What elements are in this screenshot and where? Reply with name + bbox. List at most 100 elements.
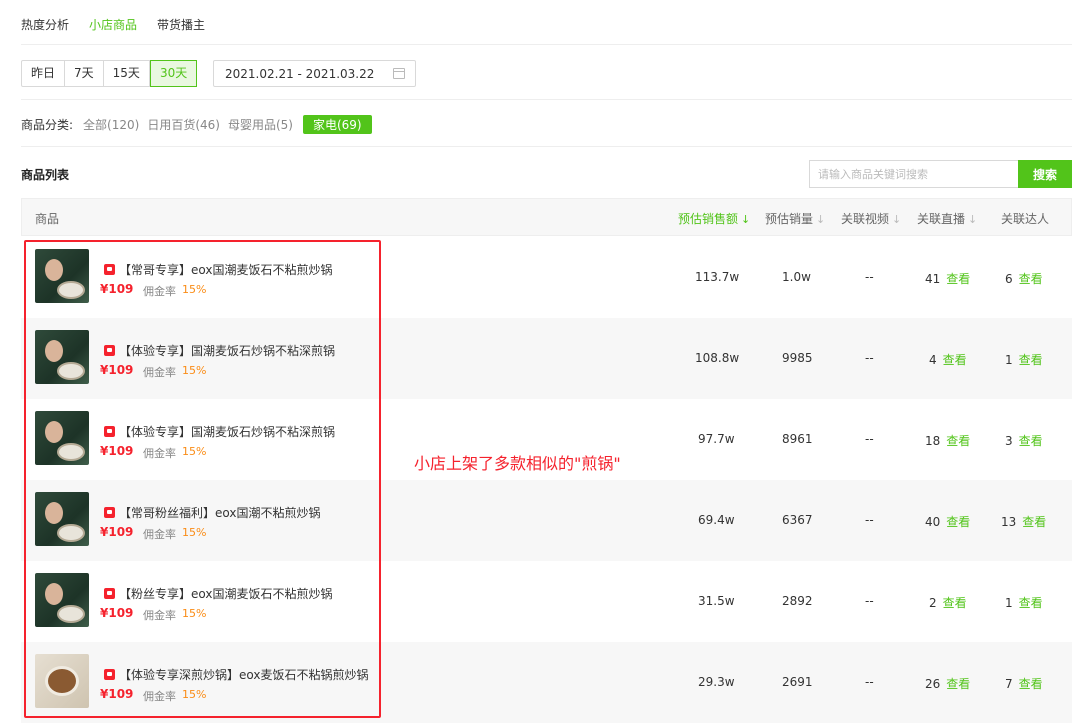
product-price: ¥109 — [100, 525, 134, 539]
commission-rate: 15% — [182, 526, 207, 539]
date-range-picker[interactable]: 2021.02.21 - 2021.03.22 — [213, 60, 416, 87]
product-thumbnail[interactable] — [35, 654, 89, 708]
view-lives-link[interactable]: 查看 — [946, 434, 970, 448]
influencers-cell: 7 查看 — [1005, 677, 1043, 691]
col-sales-volume[interactable]: 预估销量 ↓ — [765, 210, 825, 227]
tab-heat-analysis[interactable]: 热度分析 — [21, 16, 69, 36]
shop-icon — [104, 264, 115, 275]
search-button[interactable]: 搜索 — [1018, 160, 1072, 188]
divider — [21, 44, 1072, 45]
category-filter: 商品分类: 全部(120) 日用百货(46) 母婴用品(5) 家电(69) — [21, 114, 372, 134]
search-input[interactable] — [809, 160, 1018, 188]
table-row: 【常哥粉丝福利】eox国潮不粘煎炒锅 ¥109 佣金率 15% 69.4w 63… — [21, 480, 1072, 561]
influencers-cell: 1 查看 — [1005, 596, 1043, 610]
product-thumbnail[interactable] — [35, 330, 89, 384]
col-sales-amount[interactable]: 预估销售额 ↓ — [678, 210, 750, 227]
sort-arrow-icon: ↓ — [892, 213, 902, 226]
sales-volume: 1.0w — [782, 270, 811, 284]
sales-amount: 108.8w — [695, 351, 740, 365]
col-influencers[interactable]: 关联达人 — [1001, 210, 1049, 227]
videos-count: -- — [865, 351, 874, 365]
commission-rate: 15% — [182, 607, 207, 620]
table-row: 【体验专享深煎炒锅】eox麦饭石不粘锅煎炒锅 ¥109 佣金率 15% 29.3… — [21, 642, 1072, 723]
table-row: 【体验专享】国潮麦饭石炒锅不粘深煎锅 ¥109 佣金率 15% 108.8w 9… — [21, 318, 1072, 399]
table-row: 【粉丝专享】eox国潮麦饭石不粘煎炒锅 ¥109 佣金率 15% 31.5w 2… — [21, 561, 1072, 642]
commission-rate: 15% — [182, 688, 207, 701]
lives-cell: 41 查看 — [925, 272, 971, 286]
product-name[interactable]: 【粉丝专享】eox国潮麦饭石不粘煎炒锅 — [119, 585, 332, 602]
date-30d-button[interactable]: 30天 — [149, 60, 198, 87]
view-lives-link[interactable]: 查看 — [946, 272, 970, 286]
sales-volume: 2691 — [782, 675, 813, 689]
view-lives-link[interactable]: 查看 — [946, 515, 970, 529]
col-product: 商品 — [35, 212, 60, 226]
influencers-cell: 13 查看 — [1001, 515, 1047, 529]
commission-label: 佣金率 — [143, 447, 176, 460]
sales-amount: 29.3w — [698, 675, 735, 689]
view-influencers-link[interactable]: 查看 — [1019, 596, 1043, 610]
commission-label: 佣金率 — [143, 690, 176, 703]
sales-volume: 9985 — [782, 351, 813, 365]
annotation-text: 小店上架了多款相似的"煎锅" — [414, 454, 621, 473]
sort-arrow-icon: ↓ — [816, 213, 826, 226]
sales-volume: 2892 — [782, 594, 813, 608]
shop-icon — [104, 345, 115, 356]
product-price: ¥109 — [100, 363, 134, 377]
category-appliances[interactable]: 家电(69) — [302, 114, 372, 134]
sales-amount: 69.4w — [698, 513, 735, 527]
tab-streamers[interactable]: 带货播主 — [157, 16, 205, 36]
commission-label: 佣金率 — [143, 366, 176, 379]
shop-icon — [104, 426, 115, 437]
product-thumbnail[interactable] — [35, 573, 89, 627]
sort-arrow-icon: ↓ — [741, 213, 751, 226]
view-influencers-link[interactable]: 查看 — [1019, 434, 1043, 448]
date-7d-button[interactable]: 7天 — [65, 61, 104, 86]
category-daily-goods[interactable]: 日用百货(46) — [147, 116, 220, 133]
product-name[interactable]: 【体验专享】国潮麦饭石炒锅不粘深煎锅 — [119, 423, 335, 440]
col-videos[interactable]: 关联视频 ↓ — [841, 210, 901, 227]
view-lives-link[interactable]: 查看 — [946, 677, 970, 691]
shop-icon — [104, 507, 115, 518]
shop-icon — [104, 669, 115, 680]
col-lives[interactable]: 关联直播 ↓ — [917, 210, 977, 227]
tab-shop-products[interactable]: 小店商品 — [89, 16, 137, 36]
divider — [21, 146, 1072, 147]
commission-label: 佣金率 — [143, 609, 176, 622]
date-yesterday-button[interactable]: 昨日 — [22, 61, 66, 86]
product-name[interactable]: 【体验专享】国潮麦饭石炒锅不粘深煎锅 — [119, 342, 335, 359]
top-tabs: 热度分析 小店商品 带货播主 — [21, 16, 205, 36]
view-influencers-link[interactable]: 查看 — [1019, 272, 1043, 286]
table-row: 【常哥专享】eox国潮麦饭石不粘煎炒锅 ¥109 佣金率 15% 113.7w … — [21, 237, 1072, 318]
sales-volume: 8961 — [782, 432, 813, 446]
category-title: 商品分类: — [21, 117, 74, 132]
view-influencers-link[interactable]: 查看 — [1019, 677, 1043, 691]
view-lives-link[interactable]: 查看 — [943, 596, 967, 610]
product-thumbnail[interactable] — [35, 492, 89, 546]
videos-count: -- — [865, 513, 874, 527]
divider — [21, 99, 1072, 100]
product-price: ¥109 — [100, 282, 134, 296]
influencers-cell: 3 查看 — [1005, 434, 1043, 448]
product-thumbnail[interactable] — [35, 411, 89, 465]
product-name[interactable]: 【常哥专享】eox国潮麦饭石不粘煎炒锅 — [119, 261, 332, 278]
view-lives-link[interactable]: 查看 — [943, 353, 967, 367]
product-thumbnail[interactable] — [35, 249, 89, 303]
date-range-buttons: 昨日 7天 15天 30天 — [21, 60, 198, 87]
view-influencers-link[interactable]: 查看 — [1019, 353, 1043, 367]
sales-volume: 6367 — [782, 513, 813, 527]
category-all[interactable]: 全部(120) — [83, 116, 139, 133]
product-name[interactable]: 【体验专享深煎炒锅】eox麦饭石不粘锅煎炒锅 — [119, 666, 368, 683]
commission-rate: 15% — [182, 283, 207, 296]
category-baby[interactable]: 母婴用品(5) — [228, 116, 293, 133]
lives-cell: 26 查看 — [925, 677, 971, 691]
product-price: ¥109 — [100, 606, 134, 620]
sales-amount: 113.7w — [695, 270, 740, 284]
product-price: ¥109 — [100, 444, 134, 458]
date-15d-button[interactable]: 15天 — [104, 61, 150, 86]
product-name[interactable]: 【常哥粉丝福利】eox国潮不粘煎炒锅 — [119, 504, 320, 521]
view-influencers-link[interactable]: 查看 — [1022, 515, 1046, 529]
sort-arrow-icon: ↓ — [968, 213, 978, 226]
videos-count: -- — [865, 432, 874, 446]
commission-label: 佣金率 — [143, 285, 176, 298]
lives-cell: 2 查看 — [929, 596, 967, 610]
